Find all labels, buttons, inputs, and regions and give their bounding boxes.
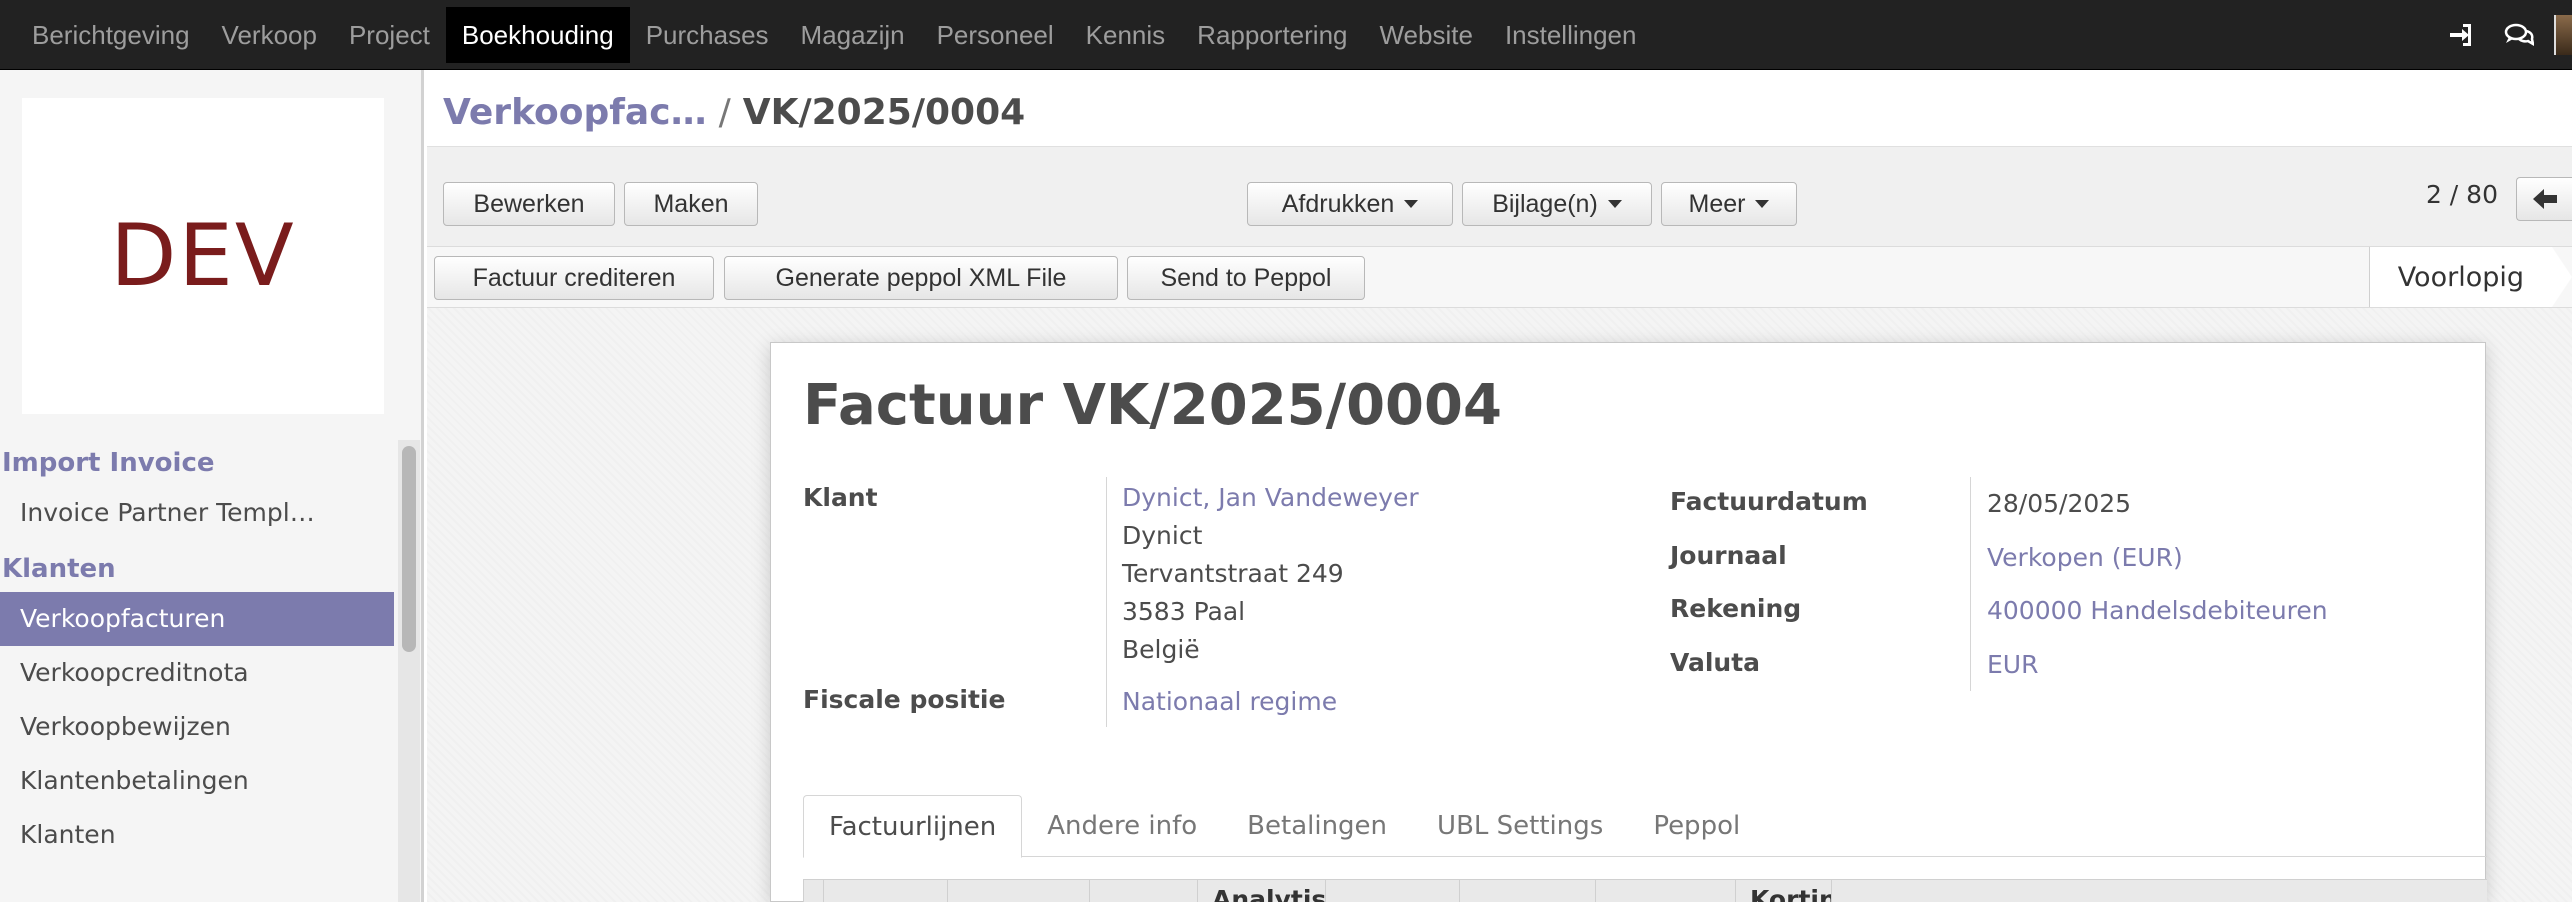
- invoice-lines-table-header: Analytische Korting: [803, 879, 2487, 902]
- table-header-column: [823, 880, 947, 902]
- invoice-date-label: Factuurdatum: [1670, 487, 1868, 516]
- top-menu-website[interactable]: Website: [1363, 7, 1488, 63]
- table-header-column: [947, 880, 1089, 902]
- main-content: Verkoopfac… / VK/2025/0004 Bewerken Maken …: [427, 70, 2572, 902]
- journal-label: Journaal: [1670, 541, 1787, 570]
- top-menu-berichtgeving[interactable]: Berichtgeving: [16, 7, 206, 63]
- top-icons: [2432, 0, 2572, 70]
- sidebar-item-verkoopfacturen[interactable]: Verkoopfacturen: [0, 592, 394, 646]
- invoice-date-value[interactable]: 28/05/2025: [1987, 485, 2131, 523]
- table-header-column: [1595, 880, 1735, 902]
- top-menu-project[interactable]: Project: [333, 7, 446, 63]
- invoice-title: Factuur VK/2025/0004: [803, 373, 1502, 438]
- sidebar-item-verkoopbewijzen[interactable]: Verkoopbewijzen: [0, 700, 394, 754]
- attachments-dropdown-button[interactable]: Bijlage(n): [1462, 182, 1652, 226]
- field-divider: [1970, 477, 1971, 691]
- tab-factuurlijnen[interactable]: Factuurlijnen: [803, 795, 1023, 858]
- table-header-handle: [803, 880, 823, 902]
- top-menu-verkoop[interactable]: Verkoop: [206, 7, 333, 63]
- breadcrumb-separator: /: [718, 92, 731, 133]
- tab-andere-info[interactable]: Andere info: [1022, 795, 1222, 857]
- fiscal-position-label: Fiscale positie: [803, 685, 1006, 714]
- address-line-company: Dynict: [1122, 521, 1203, 550]
- caret-down-icon: [1404, 200, 1419, 208]
- sidebar-section-klanten: Klanten: [2, 554, 116, 584]
- journal-link[interactable]: Verkopen (EUR): [1987, 539, 2183, 577]
- caret-down-icon: [1607, 200, 1622, 208]
- top-navigation-bar: Berichtgeving Verkoop Project Boekhoudin…: [0, 0, 2572, 70]
- top-menu-boekhouding[interactable]: Boekhouding: [445, 7, 630, 63]
- breadcrumb-parent-link[interactable]: Verkoopfac…: [443, 92, 707, 133]
- breadcrumb: Verkoopfac… / VK/2025/0004: [443, 92, 1025, 133]
- status-arrow-shape: [2552, 247, 2572, 307]
- company-logo[interactable]: DEV: [22, 98, 384, 414]
- credit-invoice-button[interactable]: Factuur crediteren: [434, 256, 714, 300]
- table-header-column: [1325, 880, 1459, 902]
- logo-text: DEV: [110, 206, 296, 306]
- top-menu-purchases[interactable]: Purchases: [630, 7, 785, 63]
- send-to-peppol-button[interactable]: Send to Peppol: [1127, 256, 1365, 300]
- top-menu: Berichtgeving Verkoop Project Boekhoudin…: [0, 0, 1652, 70]
- address-line-country: België: [1122, 635, 1200, 664]
- attachments-label: Bijlage(n): [1492, 189, 1598, 218]
- arrow-left-icon: [2532, 189, 2557, 209]
- breadcrumb-current: VK/2025/0004: [742, 92, 1026, 133]
- more-label: Meer: [1688, 189, 1746, 218]
- table-header-column: [1089, 880, 1197, 902]
- currency-label: Valuta: [1670, 648, 1761, 677]
- sidebar-item-klantenbetalingen[interactable]: Klantenbetalingen: [0, 754, 394, 808]
- account-link[interactable]: 400000 Handelsdebiteuren: [1987, 592, 2328, 630]
- user-avatar[interactable]: [2554, 15, 2572, 55]
- address-line-city: 3583 Paal: [1122, 597, 1246, 626]
- edit-button[interactable]: Bewerken: [443, 182, 615, 226]
- customer-name-link[interactable]: Dynict, Jan Vandeweyer: [1122, 479, 1419, 517]
- table-header-column: [1831, 880, 2487, 902]
- top-menu-rapportering[interactable]: Rapportering: [1181, 7, 1363, 63]
- table-header-discount[interactable]: Korting: [1735, 880, 1831, 902]
- caret-down-icon: [1755, 200, 1770, 208]
- tab-betalingen[interactable]: Betalingen: [1222, 795, 1412, 857]
- generate-peppol-xml-button[interactable]: Generate peppol XML File: [724, 256, 1118, 300]
- notebook-tabs: Factuurlijnen Andere info Betalingen UBL…: [803, 795, 2487, 858]
- top-menu-magazijn[interactable]: Magazijn: [785, 7, 921, 63]
- table-header-column: [1459, 880, 1595, 902]
- print-dropdown-button[interactable]: Afdrukken: [1247, 182, 1453, 226]
- status-stage-voorlopig[interactable]: Voorlopig: [2368, 247, 2552, 307]
- print-label: Afdrukken: [1281, 189, 1395, 218]
- chat-bubbles-icon[interactable]: [2490, 0, 2548, 70]
- pager-previous-button[interactable]: [2516, 177, 2572, 221]
- more-dropdown-button[interactable]: Meer: [1661, 182, 1797, 226]
- account-label: Rekening: [1670, 594, 1802, 623]
- sign-in-icon[interactable]: [2432, 0, 2490, 70]
- sidebar-section-import-invoice: Import Invoice: [2, 448, 215, 478]
- sidebar-item-invoice-partner-template[interactable]: Invoice Partner Templ…: [0, 486, 394, 540]
- sidebar-scroll-thumb[interactable]: [402, 446, 416, 652]
- create-button[interactable]: Maken: [624, 182, 758, 226]
- sidebar-item-klanten[interactable]: Klanten: [0, 808, 394, 862]
- fiscal-position-link[interactable]: Nationaal regime: [1122, 683, 1337, 721]
- pager-counter[interactable]: 2 / 80: [2426, 180, 2498, 209]
- sidebar-menu: Import Invoice Invoice Partner Templ… Kl…: [0, 440, 394, 862]
- invoice-form-sheet: Factuur VK/2025/0004 Klant Dynict, Jan V…: [770, 342, 2487, 902]
- tab-ubl-settings[interactable]: UBL Settings: [1412, 795, 1628, 857]
- top-menu-instellingen[interactable]: Instellingen: [1489, 7, 1653, 63]
- customer-label: Klant: [803, 483, 878, 512]
- currency-link[interactable]: EUR: [1987, 646, 2038, 684]
- table-header-analytic[interactable]: Analytische: [1197, 880, 1325, 902]
- sidebar-item-verkoopcreditnota[interactable]: Verkoopcreditnota: [0, 646, 394, 700]
- top-menu-personeel[interactable]: Personeel: [921, 7, 1070, 63]
- field-divider: [1106, 477, 1107, 727]
- sidebar: DEV Import Invoice Invoice Partner Templ…: [0, 70, 424, 902]
- tab-peppol[interactable]: Peppol: [1628, 795, 1765, 857]
- address-line-street: Tervantstraat 249: [1122, 559, 1344, 588]
- top-menu-kennis[interactable]: Kennis: [1070, 7, 1182, 63]
